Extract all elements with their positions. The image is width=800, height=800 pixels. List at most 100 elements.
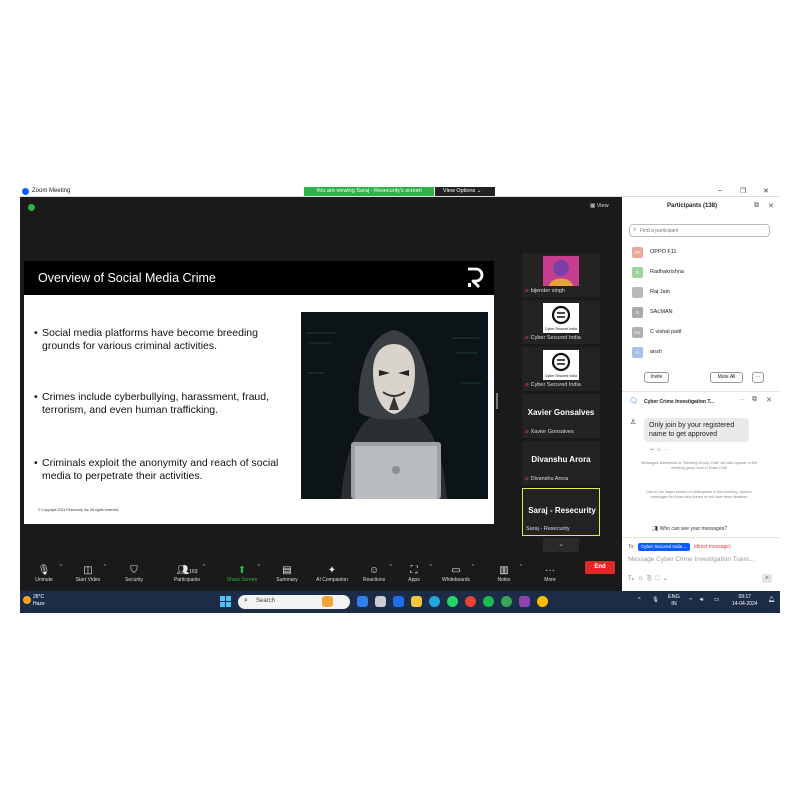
chrome-profile-icon[interactable] bbox=[537, 596, 548, 607]
zoom-logo-icon bbox=[22, 188, 29, 195]
to-label: To: bbox=[628, 544, 635, 550]
wifi-icon[interactable]: ⌔ bbox=[688, 597, 693, 604]
view-button[interactable]: ▦ View bbox=[590, 203, 609, 209]
list-item[interactable]: OF OPPO F11 bbox=[632, 244, 772, 264]
battery-icon[interactable]: ▭ bbox=[714, 597, 719, 603]
close-icon[interactable]: ✕ bbox=[768, 202, 774, 210]
emoji-icon[interactable]: ☺ bbox=[656, 447, 662, 453]
popout-icon[interactable]: ⧉ bbox=[752, 396, 757, 404]
reply-icon[interactable]: ↩︎ bbox=[650, 447, 655, 453]
shield-icon: ⛉ bbox=[130, 565, 138, 576]
participant-search-input[interactable]: ⌕ Find a participant bbox=[629, 224, 770, 237]
list-item[interactable]: CV C vishal patil bbox=[632, 324, 772, 344]
maximize-button[interactable]: ❐ bbox=[740, 187, 746, 195]
tile-name: Saraj - Resecurity bbox=[526, 526, 570, 532]
language-indicator[interactable]: ENG IN bbox=[668, 594, 680, 608]
mute-all-button[interactable]: Mute All bbox=[710, 372, 743, 383]
chat-menu-button[interactable]: ··· bbox=[739, 397, 745, 403]
windows-start-icon[interactable] bbox=[220, 596, 231, 607]
side-panel: Participants (138) ⧉ ✕ ⌕ Find a particip… bbox=[622, 197, 780, 591]
weather-desc: Haze bbox=[33, 600, 45, 607]
whiteboards-button[interactable]: ▭ Whiteboards ^ bbox=[432, 564, 480, 583]
view-options-label: View Options bbox=[443, 188, 476, 194]
mic-off-icon: ⌀ bbox=[525, 335, 529, 341]
notes-button[interactable]: ▥ Notes ^ bbox=[480, 564, 528, 583]
start-video-button[interactable]: ◫ Start Video ^ bbox=[64, 564, 112, 583]
chat-message-input[interactable]: Message Cyber Crime Investigation Traini… bbox=[628, 556, 754, 563]
participant-tile[interactable]: ⌀ bijender singh bbox=[522, 253, 600, 297]
file-app-icon[interactable] bbox=[375, 596, 386, 607]
zoom-app-icon[interactable] bbox=[393, 596, 404, 607]
participants-button[interactable]: 👥︎163 Participants ^ bbox=[163, 564, 211, 583]
minimize-button[interactable]: – bbox=[718, 187, 722, 194]
taskbar-search-input[interactable]: ⌕ Search bbox=[238, 595, 350, 609]
format-icon[interactable]: Tₚ bbox=[628, 576, 634, 582]
tile-display-name: Divanshu Arora bbox=[531, 455, 591, 464]
chat-note: Messages addressed to "Meeting Group Cha… bbox=[641, 461, 757, 470]
title-bar: Zoom Meeting You are viewing Saraj - Res… bbox=[20, 186, 780, 197]
region-code: IN bbox=[671, 601, 677, 607]
more-button[interactable]: ··· More bbox=[526, 564, 574, 583]
widget-app-icon[interactable] bbox=[322, 596, 333, 607]
app-icon[interactable] bbox=[519, 596, 530, 607]
view-options-button[interactable]: View Options ⌄ bbox=[435, 187, 495, 196]
emoji-icon[interactable]: ☺ bbox=[638, 576, 644, 582]
slide-bullet: • Criminals exploit the anonymity and rea… bbox=[34, 457, 279, 482]
unmute-button[interactable]: 🎙︎ Unmute ^ bbox=[20, 564, 68, 583]
chrome-icon[interactable] bbox=[465, 596, 476, 607]
attach-file-icon[interactable]: ⎘ bbox=[647, 576, 652, 582]
chat-title: Cyber Crime Investigation T... bbox=[644, 399, 715, 405]
recipient-select[interactable]: Cyber Secured India ⌄ bbox=[638, 543, 691, 551]
tiles-scroll-down-button[interactable]: ⌄ bbox=[543, 538, 579, 552]
app-icon[interactable] bbox=[357, 596, 368, 607]
send-button[interactable]: ➤ bbox=[762, 574, 772, 583]
avatar-caption: Cyber Secured India bbox=[545, 374, 577, 378]
end-button[interactable]: End bbox=[585, 561, 615, 574]
security-button[interactable]: ⛉ Security bbox=[110, 564, 158, 583]
whatsapp-icon[interactable] bbox=[447, 596, 458, 607]
apps-button[interactable]: ⛶ Apps ^ bbox=[390, 564, 438, 583]
list-item[interactable]: Raj Jain bbox=[632, 284, 772, 304]
windows-taskbar: 28°C Haze ⌕ Search ^ 🎙︎ ENG IN ⌔ 🔊︎ ▭ 09… bbox=[20, 591, 780, 613]
volume-icon[interactable]: 🔊︎ bbox=[700, 597, 703, 604]
chrome-profile-icon[interactable] bbox=[501, 596, 512, 607]
summary-button[interactable]: ▤ Summary bbox=[263, 564, 311, 583]
spotify-icon[interactable] bbox=[483, 596, 494, 607]
tile-name: ⌀ Cyber Secured India bbox=[525, 335, 581, 341]
participant-name: Radhakrishna bbox=[650, 269, 684, 275]
participant-tile-active-speaker[interactable]: Saraj - Resecurity Saraj - Resecurity bbox=[522, 488, 600, 536]
who-can-see-button[interactable]: 👥︎ Who can see your messages? bbox=[652, 526, 727, 532]
mic-icon[interactable]: 🎙︎ bbox=[652, 597, 659, 603]
screenshot-icon[interactable]: ⛶ bbox=[655, 576, 659, 582]
slide-copyright: © Copyright 2024 Resecurity Inc. All rig… bbox=[38, 508, 120, 512]
people-icon: 👥︎ bbox=[652, 526, 659, 532]
chat-note: Due to the large number of participants … bbox=[646, 490, 752, 499]
splitter-handle[interactable] bbox=[496, 393, 498, 409]
file-explorer-icon[interactable] bbox=[411, 596, 422, 607]
message-actions: ↩︎ ☺ ··· bbox=[650, 447, 669, 453]
weather-widget[interactable]: 28°C Haze bbox=[33, 594, 45, 607]
system-clock[interactable]: 09:17 14-04-2024 bbox=[732, 594, 758, 608]
notification-bell-icon[interactable]: 🔔︎ bbox=[768, 597, 775, 603]
close-button[interactable]: ✕ bbox=[763, 187, 769, 195]
list-item[interactable]: S SALMAN bbox=[632, 304, 772, 324]
list-item[interactable]: A ansh bbox=[632, 344, 772, 364]
participant-list: OF OPPO F11 R Radhakrishna Raj Jain S SA… bbox=[632, 244, 772, 364]
chevron-down-icon[interactable]: ⌄ bbox=[663, 576, 668, 582]
participants-more-button[interactable]: ··· bbox=[752, 372, 764, 383]
avatar: R bbox=[632, 267, 643, 278]
participant-tile[interactable]: Divanshu Arora ⌀ Divanshu Arora bbox=[522, 441, 600, 485]
shield-icon[interactable] bbox=[28, 204, 35, 211]
participant-tile[interactable]: Cyber Secured India ⌀ Cyber Secured India bbox=[522, 347, 600, 391]
invite-button[interactable]: Invite bbox=[644, 372, 669, 383]
close-icon[interactable]: ✕ bbox=[766, 396, 772, 404]
participant-tile[interactable]: Xavier Gonsalves ⌀ Xavier Gonsalves bbox=[522, 394, 600, 438]
popout-icon[interactable]: ⧉ bbox=[754, 202, 759, 210]
chevron-up-icon[interactable]: ^ bbox=[638, 597, 641, 603]
more-icon[interactable]: ··· bbox=[663, 447, 669, 453]
share-screen-button[interactable]: ⬆ Share Screen ^ bbox=[218, 564, 266, 583]
edge-browser-icon[interactable] bbox=[429, 596, 440, 607]
ai-companion-button[interactable]: ✦ AI Companion bbox=[308, 564, 356, 583]
participant-tile[interactable]: Cyber Secured India ⌀ Cyber Secured India bbox=[522, 300, 600, 344]
list-item[interactable]: R Radhakrishna bbox=[632, 264, 772, 284]
